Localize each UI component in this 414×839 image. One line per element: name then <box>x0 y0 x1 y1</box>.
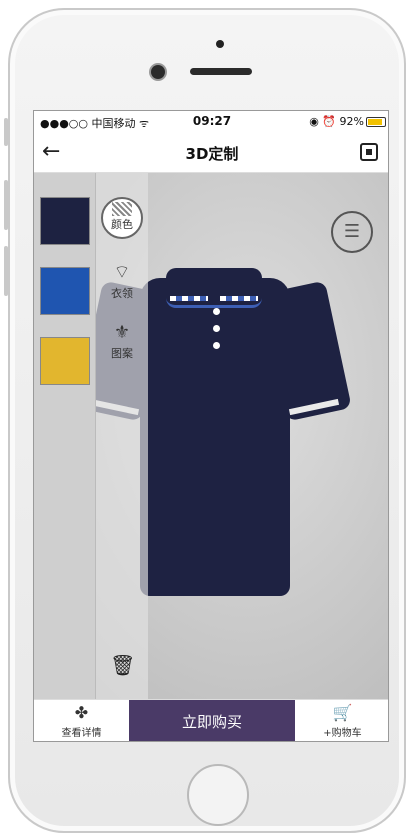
tool-collar[interactable]: ⌔ 衣领 <box>98 263 146 301</box>
add-to-cart-button[interactable]: 🛒 +购物车 <box>295 700 388 741</box>
tool-pattern[interactable]: ⚜ 图案 <box>98 323 146 361</box>
fleur-de-lis-icon: ⚜ <box>113 322 131 343</box>
shirt-placket-buttons <box>209 298 223 368</box>
tool-color-label: 颜色 <box>111 218 133 231</box>
earpiece-speaker <box>190 68 252 75</box>
home-button[interactable] <box>187 764 249 826</box>
battery-icon <box>366 117 386 127</box>
tool-color[interactable]: 颜色 <box>98 197 146 239</box>
status-right: ◉ ⏰ 92% <box>309 115 364 128</box>
view-details-button[interactable]: ✤ 查看详情 <box>34 700 129 741</box>
customizer-stage[interactable]: 颜色 ⌔ 衣领 ⚜ 图案 🗑 ☰ <box>34 173 388 699</box>
nav-bar: ← 3D定制 <box>34 133 388 173</box>
page-title: 3D定制 <box>185 145 239 163</box>
clover-icon: ✤ <box>74 703 89 722</box>
swatch-navy[interactable] <box>40 197 90 245</box>
swatch-blue[interactable] <box>40 267 90 315</box>
collar-icon: ⌔ <box>113 262 131 283</box>
tool-pattern-label: 图案 <box>111 347 133 360</box>
volume-up-button[interactable] <box>4 180 8 230</box>
swatch-yellow[interactable] <box>40 337 90 385</box>
hanger-icon[interactable]: ☰ <box>331 211 373 253</box>
view-details-label: 查看详情 <box>61 728 102 739</box>
volume-down-button[interactable] <box>4 246 8 296</box>
cart-icon: 🛒 <box>332 703 353 722</box>
bottom-action-bar: ✤ 查看详情 立即购买 🛒 +购物车 <box>34 699 388 741</box>
add-to-cart-label: +购物车 <box>323 728 362 739</box>
tool-collar-label: 衣领 <box>111 287 133 300</box>
mute-switch[interactable] <box>4 118 8 146</box>
color-pattern-icon: 颜色 <box>101 197 143 239</box>
fullscreen-icon[interactable] <box>360 143 378 161</box>
trash-icon[interactable]: 🗑 <box>110 653 135 677</box>
front-camera <box>151 65 165 79</box>
color-swatch-panel <box>34 173 96 699</box>
status-bar: ●●●○○ 中国移动 ᯤ 09:27 ◉ ⏰ 92% <box>34 111 388 133</box>
front-sensor <box>216 40 224 48</box>
tool-panel: 颜色 ⌔ 衣领 ⚜ 图案 🗑 <box>96 173 148 699</box>
app-screen: ●●●○○ 中国移动 ᯤ 09:27 ◉ ⏰ 92% ← 3D定制 颜色 ⌔ 衣… <box>33 110 389 742</box>
buy-now-button[interactable]: 立即购买 <box>129 700 295 741</box>
